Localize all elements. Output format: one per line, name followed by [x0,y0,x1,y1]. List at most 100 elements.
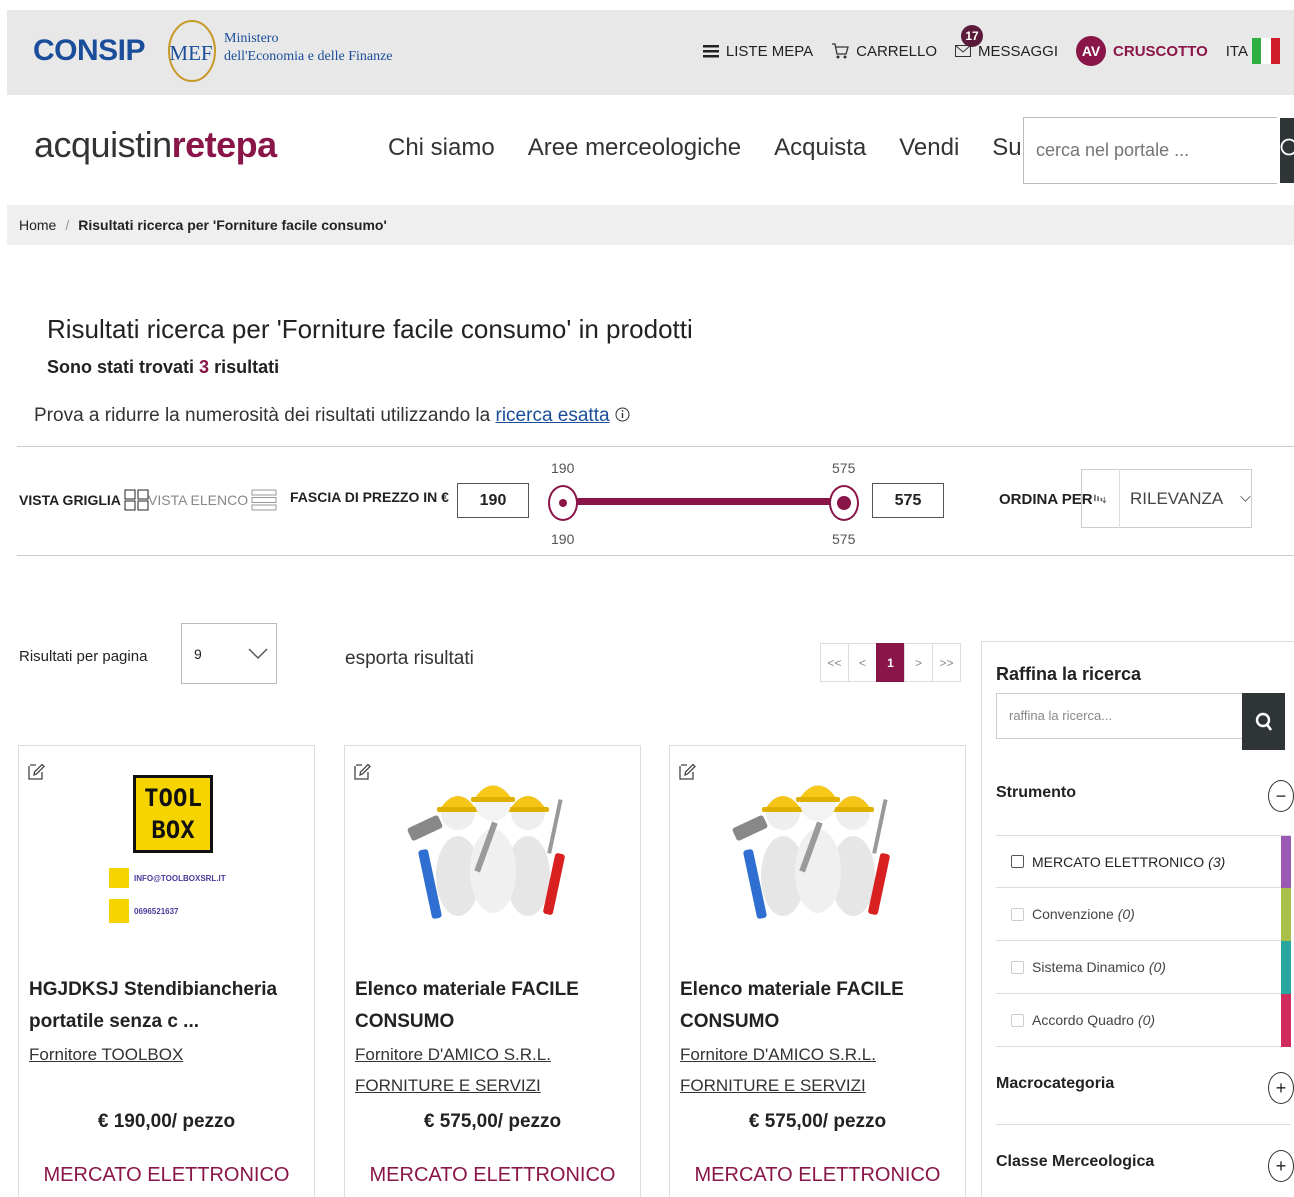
info-icon[interactable] [615,407,630,422]
acquistinretepa-logo[interactable]: acquistinretepa [34,124,277,166]
envelope-icon [955,45,971,57]
macrocategoria-heading[interactable]: Macrocategoria [996,1075,1114,1093]
vista-elenco-toggle[interactable]: VISTA ELENCO [148,489,277,511]
nav-aree-merceologiche[interactable]: Aree merceologiche [528,134,741,162]
results-count: Sono stati trovati 3 risultati [47,357,279,378]
product-card[interactable]: TOOL BOX INFO@TOOLBOXSRL.IT 0696521637 H… [18,745,315,1197]
supplier-link[interactable]: Fornitore D'AMICO S.R.L. FORNITURE E SER… [680,1039,950,1101]
vista-elenco-label: VISTA ELENCO [148,492,249,508]
page-prev[interactable]: < [848,643,877,682]
checkbox[interactable] [1011,1013,1024,1027]
refine-search-button[interactable] [1242,693,1285,750]
checkbox[interactable] [1011,907,1024,921]
price-max-input[interactable]: 575 [872,483,944,518]
slider-bottom-max-label: 575 [832,531,856,547]
strumento-heading[interactable]: Strumento [996,784,1076,802]
checkbox[interactable] [1011,855,1024,868]
product-card[interactable]: Elenco materiale FACILE CONSUMO Fornitor… [669,745,966,1197]
page-first[interactable]: << [820,643,849,682]
page-last[interactable]: >> [932,643,961,682]
count-pre: Sono stati trovati [47,357,195,377]
edit-icon[interactable] [26,762,46,782]
option-label: Accordo Quadro [1032,1012,1134,1028]
vista-griglia-toggle[interactable]: VISTA GRIGLIA [19,489,150,511]
flag-green [1252,38,1262,64]
collapse-icon[interactable]: − [1268,780,1294,812]
breadcrumb-current: Risultati ricerca per 'Forniture facile … [78,217,387,233]
esporta-risultati-link[interactable]: esporta risultati [345,648,474,670]
menu-icon [702,45,719,58]
classe-merceologica-heading[interactable]: Classe Merceologica [996,1153,1154,1171]
breadcrumb-home[interactable]: Home [19,217,56,233]
slider-max-handle[interactable] [829,485,859,521]
filter-option[interactable]: MERCATO ELETTRONICO (3) [996,835,1291,889]
edit-icon[interactable] [352,762,372,782]
mef-logo[interactable]: MEF [163,16,219,86]
nav-vendi[interactable]: Vendi [899,134,959,162]
option-count: (0) [1137,1012,1156,1028]
expand-icon[interactable]: + [1268,1072,1294,1104]
mef-line2: dell'Economia e delle Finanze [224,49,393,64]
filter-option[interactable]: Sistema Dinamico (0) [996,941,1291,994]
page-1[interactable]: 1 [876,643,905,682]
supplier-link[interactable]: Fornitore TOOLBOX [29,1039,299,1070]
checkbox[interactable] [1011,960,1024,974]
slider-min-dot [559,499,567,507]
price-slider-track[interactable] [562,498,845,505]
liste-mepa-link[interactable]: LISTE MEPA [702,43,813,60]
workers-illustration [407,785,565,919]
italy-flag-icon [1252,38,1280,64]
rpp-select[interactable]: 9 [181,623,277,684]
flag-red [1270,38,1280,64]
nav-chi-siamo[interactable]: Chi siamo [388,134,495,162]
language-selector[interactable]: ITA [1226,38,1280,64]
cruscotto-label: CRUSCOTTO [1113,42,1208,60]
option-color-bar [1281,836,1291,889]
carrello-label: CARRELLO [856,42,937,60]
product-card[interactable]: Elenco materiale FACILE CONSUMO Fornitor… [344,745,641,1197]
product-tool: MERCATO ELETTRONICO [694,1164,941,1186]
page-next[interactable]: > [904,643,933,682]
sort-select[interactable]: RILEVANZA [1081,469,1252,528]
cruscotto-link[interactable]: AV CRUSCOTTO [1076,36,1208,66]
carrello-link[interactable]: CARRELLO [831,42,937,60]
option-count: (3) [1208,853,1226,870]
expand-icon[interactable]: + [1268,1150,1294,1182]
option-label: Convenzione [1032,906,1114,922]
portal-search-button[interactable] [1280,118,1294,183]
product-tool: MERCATO ELETTRONICO [43,1164,290,1186]
refine-title: Raffina la ricerca [996,664,1142,684]
slider-min-handle[interactable] [548,485,578,521]
rpp-label: Risultati per pagina [19,648,148,665]
top-nav: LISTE MEPA CARRELLO 17 MESSAGGI AV CRUSC… [685,24,1280,66]
filter-option[interactable]: Accordo Quadro (0) [996,994,1291,1047]
email-icon [109,868,129,888]
toolbox-logo: TOOL BOX [133,775,213,853]
mef-logo-text: MEF [169,41,212,65]
ricerca-esatta-link[interactable]: ricerca esatta [496,405,610,426]
product-name[interactable]: Elenco materiale FACILE CONSUMO [680,974,950,1038]
portal-search-input[interactable] [1024,118,1280,183]
messaggi-link[interactable]: 17 MESSAGGI [955,24,1059,60]
grid-view-icon [124,489,149,511]
portal-search [1023,117,1294,184]
consip-logo[interactable]: CONSIP [33,34,146,68]
avatar: AV [1076,36,1107,66]
product-name[interactable]: Elenco materiale FACILE CONSUMO [355,974,625,1038]
refine-search-input[interactable]: raffina la ricerca... [996,693,1243,739]
nav-acquista[interactable]: Acquista [774,134,866,162]
messaggi-label: MESSAGGI [978,42,1059,60]
mef-line1: Ministero [224,31,279,46]
edit-icon[interactable] [677,762,697,782]
divider [17,555,1294,556]
slider-max-dot [837,496,851,510]
product-price: € 575,00/ pezzo [748,1111,887,1132]
product-name[interactable]: HGJDKSJ Stendibiancheria portatile senza… [29,974,299,1038]
supplier-link[interactable]: Fornitore D'AMICO S.R.L. FORNITURE E SER… [355,1039,625,1101]
option-label: Sistema Dinamico [1032,959,1145,975]
top-bar: CONSIP MEF Ministero dell'Economia e del… [7,10,1294,95]
filter-option[interactable]: Convenzione (0) [996,888,1291,941]
messaggi-badge: 17 [961,24,983,47]
fascia-prezzo-label: FASCIA DI PREZZO IN € [290,489,449,505]
price-min-input[interactable]: 190 [457,483,529,518]
